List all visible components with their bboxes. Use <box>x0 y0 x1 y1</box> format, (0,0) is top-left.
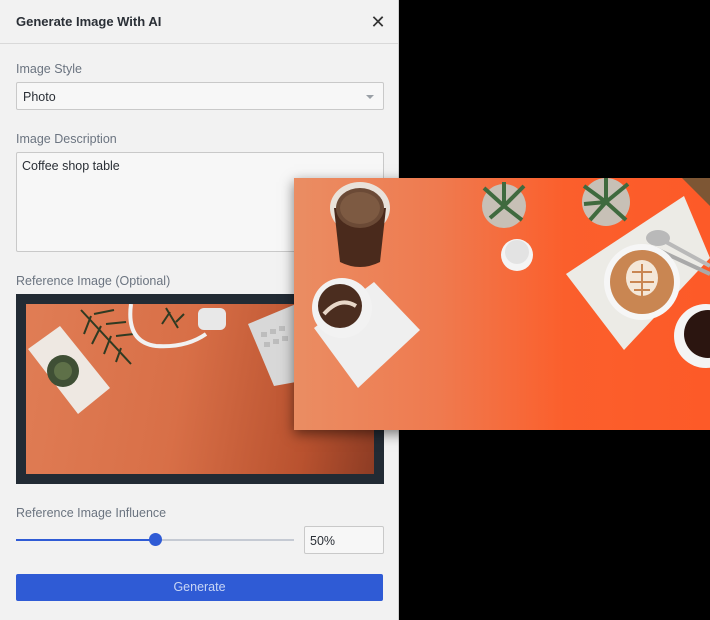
influence-value: 50% <box>310 534 336 548</box>
chevron-down-icon <box>366 95 374 99</box>
dialog-header: Generate Image With AI ✕ <box>0 0 398 44</box>
influence-slider-thumb[interactable] <box>148 533 162 546</box>
influence-label: Reference Image Influence <box>16 506 167 520</box>
influence-slider-fill <box>16 539 155 541</box>
reference-image-label: Reference Image (Optional) <box>16 274 171 288</box>
image-style-value: Photo <box>23 90 56 104</box>
generate-button[interactable]: Generate <box>16 574 383 601</box>
image-style-label: Image Style <box>16 62 83 76</box>
close-button[interactable]: ✕ <box>368 12 388 32</box>
image-description-label: Image Description <box>16 132 117 146</box>
generated-image-preview <box>294 178 710 430</box>
dialog-title: Generate Image With AI <box>16 14 162 29</box>
image-style-select[interactable]: Photo <box>16 82 384 110</box>
close-icon: ✕ <box>370 12 386 32</box>
influence-value-input[interactable]: 50% <box>304 526 384 554</box>
